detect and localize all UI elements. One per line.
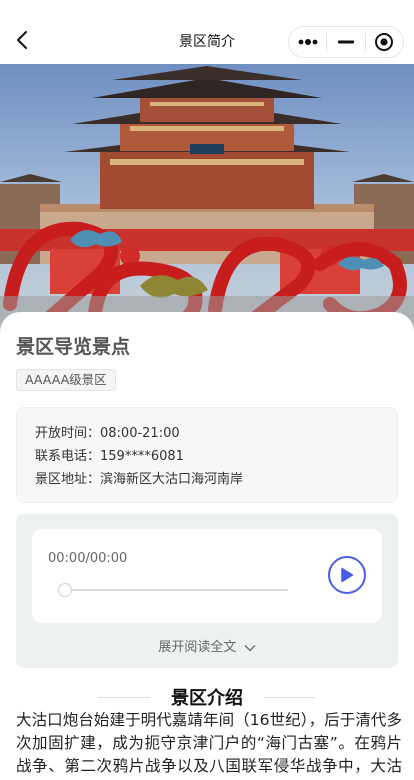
heading-divider-right [264, 697, 316, 698]
back-arrow-icon[interactable] [10, 28, 34, 52]
audio-progress-knob[interactable] [58, 583, 72, 597]
audio-time: 00:00/00:00 [48, 551, 128, 566]
rating-tag: AAAAA级景区 [16, 369, 116, 391]
expand-full-text-button[interactable]: 展开阅读全文 [16, 636, 398, 655]
audio-guide-section: 00:00/00:00 展开阅读全文 [16, 514, 398, 668]
intro-text: 大沽口炮台始建于明代嘉靖年间（16世纪），后于清代多次加固扩建，成为扼守京津门户… [16, 711, 402, 775]
minimize-icon[interactable] [327, 27, 364, 57]
intro-heading: 景区介绍 [0, 684, 414, 710]
audio-player: 00:00/00:00 [32, 529, 382, 623]
top-navigation-bar: 景区简介 [0, 0, 414, 64]
more-dots-icon[interactable] [289, 27, 326, 57]
page-title: 景区简介 [179, 33, 235, 50]
audio-progress-track[interactable] [64, 589, 288, 591]
info-box: 开放时间：08:00-21:00 联系电话：159****6081 景区地址：滨… [16, 407, 398, 503]
expand-label: 展开阅读全文 [158, 640, 237, 655]
play-button[interactable] [328, 556, 366, 594]
intro-title: 景区介绍 [171, 688, 243, 709]
target-close-icon[interactable] [366, 27, 403, 57]
play-icon [341, 567, 354, 583]
mini-program-capsule [288, 26, 404, 58]
spot-title: 景区导览景点 [16, 336, 131, 358]
chevron-down-icon [244, 644, 256, 651]
scenic-address: 景区地址：滨海新区大沽口海河南岸 [35, 472, 244, 487]
opening-hours: 开放时间：08:00-21:00 [35, 426, 180, 441]
contact-phone[interactable]: 联系电话：159****6081 [35, 445, 379, 468]
scenic-detail-card: 景区导览景点 AAAAA级景区 开放时间：08:00-21:00 联系电话：15… [0, 312, 414, 780]
scenic-hero-image [0, 64, 414, 334]
